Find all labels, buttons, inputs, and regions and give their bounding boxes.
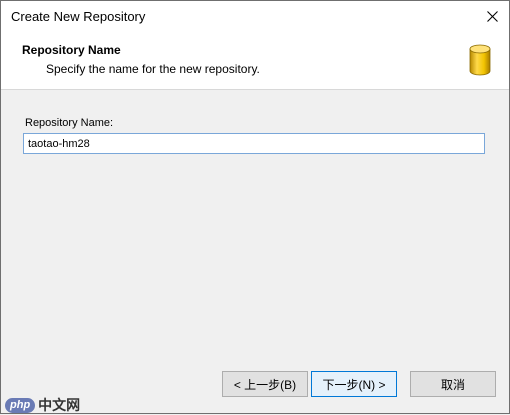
next-button-label: 下一步(N) > [322,377,386,392]
watermark-text: 中文网 [38,397,81,413]
repository-name-input[interactable] [23,133,485,154]
wizard-page-subtitle: Specify the name for the new repository. [46,62,260,76]
back-button[interactable]: < 上一步(B) [222,371,308,397]
create-repository-dialog: Create New Repository Repository Name Sp… [0,0,510,414]
wizard-header: Repository Name Specify the name for the… [1,31,509,90]
repository-name-label: Repository Name: [25,117,114,129]
next-button[interactable]: 下一步(N) > [311,371,397,397]
site-watermark: php 中文网 [5,395,80,415]
close-button[interactable] [475,1,509,31]
close-icon [486,10,498,22]
wizard-page-title: Repository Name [22,43,121,57]
window-title: Create New Repository [11,9,146,24]
database-icon [469,44,491,76]
title-bar: Create New Repository [1,1,509,31]
cancel-button[interactable]: 取消 [410,371,496,397]
watermark-logo: php [5,397,36,413]
